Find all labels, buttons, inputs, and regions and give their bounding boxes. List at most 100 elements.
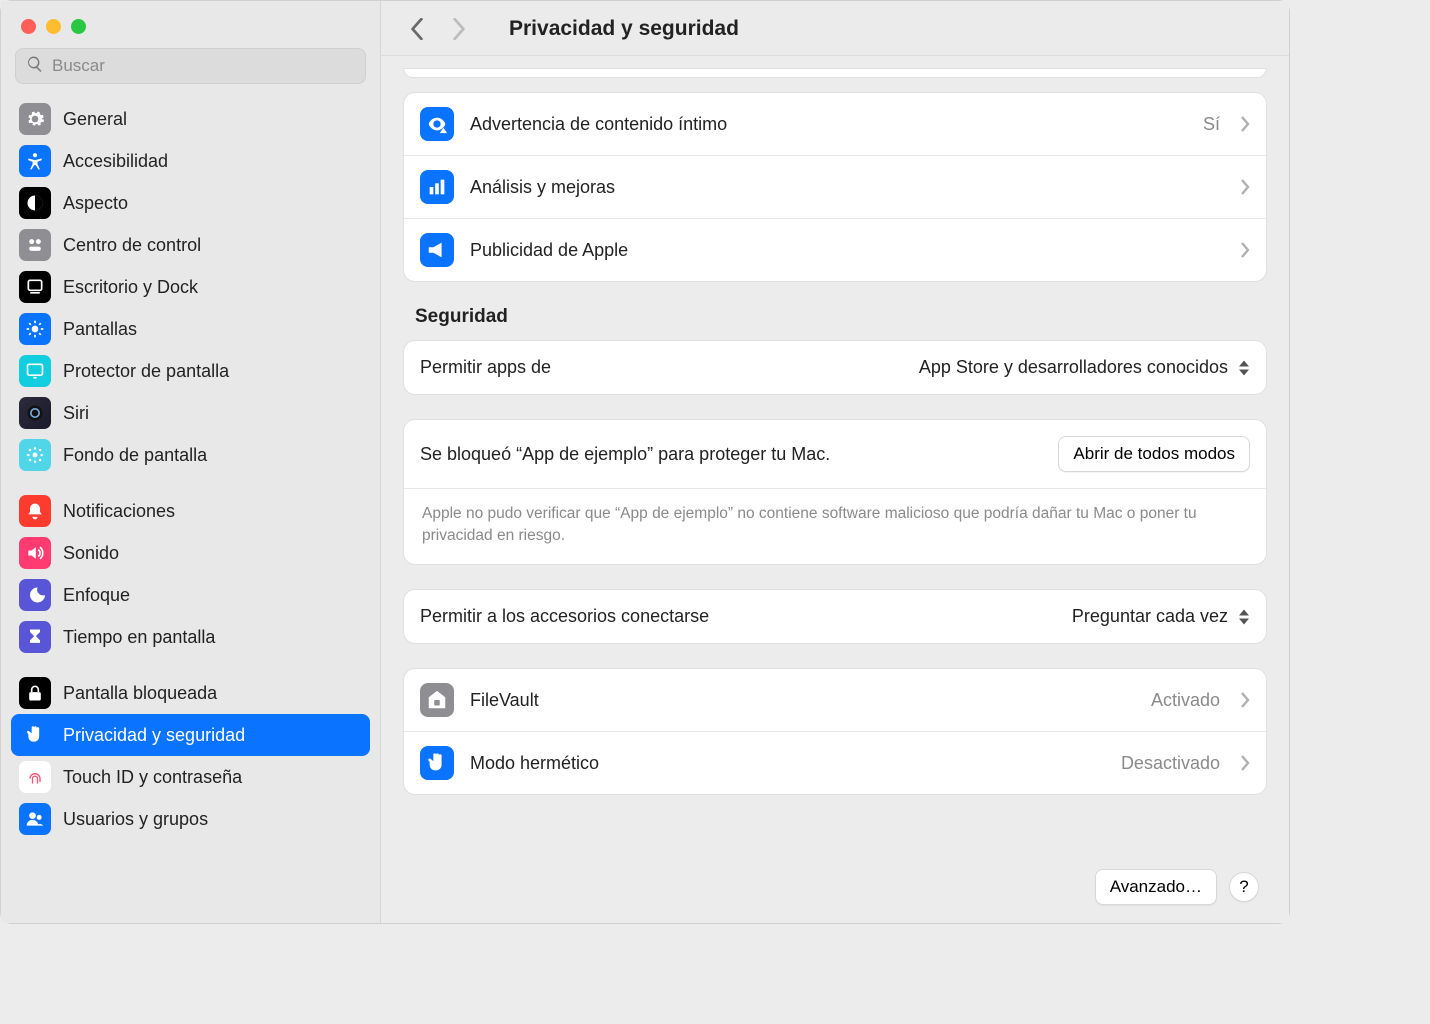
sidebar-item-hand[interactable]: Privacidad y seguridad: [11, 714, 370, 756]
row-label: Análisis y mejoras: [470, 177, 1224, 198]
content-scroll[interactable]: Advertencia de contenido íntimo Sí Análi…: [381, 56, 1289, 923]
chevron-right-icon: [1240, 242, 1250, 258]
house-lock-icon: [420, 683, 454, 717]
sidebar-item-label: Protector de pantalla: [63, 361, 229, 382]
minimize-window-button[interactable]: [46, 19, 61, 34]
fingerprint-icon: [19, 761, 51, 793]
previous-group-peek: [403, 68, 1267, 78]
control-icon: [19, 229, 51, 261]
sidebar-item-dock[interactable]: Escritorio y Dock: [11, 266, 370, 308]
sidebar-item-aspect[interactable]: Aspecto: [11, 182, 370, 224]
allow-apps-group: Permitir apps de App Store y desarrollad…: [403, 340, 1267, 395]
sidebar: General Accesibilidad Aspecto Centro de con…: [1, 1, 381, 923]
allow-apps-label: Permitir apps de: [420, 357, 903, 378]
sidebar-item-moon[interactable]: Enfoque: [11, 574, 370, 616]
blocked-app-group: Se bloqueó “App de ejemplo” para protege…: [403, 419, 1267, 565]
allow-apps-row: Permitir apps de App Store y desarrollad…: [404, 341, 1266, 394]
sidebar-item-fingerprint[interactable]: Touch ID y contraseña: [11, 756, 370, 798]
back-button[interactable]: [405, 17, 429, 41]
sidebar-item-control[interactable]: Centro de control: [11, 224, 370, 266]
sidebar-item-label: Aspecto: [63, 193, 128, 214]
bell-icon: [19, 495, 51, 527]
gear-icon: [19, 103, 51, 135]
accessories-select[interactable]: Preguntar cada vez: [1072, 606, 1250, 627]
row-analytics[interactable]: Análisis y mejoras: [404, 156, 1266, 219]
search-input[interactable]: [52, 56, 355, 76]
window-controls: [1, 13, 380, 48]
allow-apps-value: App Store y desarrolladores conocidos: [919, 357, 1228, 378]
sidebar-item-label: Siri: [63, 403, 89, 424]
filevault-lockdown-group: FileVault Activado Modo hermético Desact…: [403, 668, 1267, 795]
sidebar-item-sound[interactable]: Sonido: [11, 532, 370, 574]
footer: Avanzado… ?: [1095, 869, 1259, 905]
displays-icon: [19, 313, 51, 345]
dock-icon: [19, 271, 51, 303]
sidebar-item-access[interactable]: Accesibilidad: [11, 140, 370, 182]
megaphone-icon: [420, 233, 454, 267]
chevron-right-icon: [1240, 179, 1250, 195]
accessories-group: Permitir a los accesorios conectarse Pre…: [403, 589, 1267, 644]
accessories-label: Permitir a los accesorios conectarse: [420, 606, 1056, 627]
zoom-window-button[interactable]: [71, 19, 86, 34]
sidebar-item-label: Notificaciones: [63, 501, 175, 522]
security-header: Seguridad: [403, 306, 1267, 340]
allow-apps-select[interactable]: App Store y desarrolladores conocidos: [919, 357, 1250, 378]
page-title: Privacidad y seguridad: [509, 17, 739, 41]
access-icon: [19, 145, 51, 177]
sidebar-item-label: General: [63, 109, 127, 130]
sidebar-item-wallpaper[interactable]: Fondo de pantalla: [11, 434, 370, 476]
accessories-value: Preguntar cada vez: [1072, 606, 1228, 627]
row-lockdown[interactable]: Modo hermético Desactivado: [404, 732, 1266, 794]
help-button[interactable]: ?: [1229, 872, 1259, 902]
sidebar-item-label: Pantalla bloqueada: [63, 683, 217, 704]
sidebar-item-displays[interactable]: Pantallas: [11, 308, 370, 350]
hand-icon: [420, 746, 454, 780]
sidebar-item-users[interactable]: Usuarios y grupos: [11, 798, 370, 840]
analytics-icon: [420, 170, 454, 204]
row-value: Activado: [1151, 690, 1220, 711]
close-window-button[interactable]: [21, 19, 36, 34]
wallpaper-icon: [19, 439, 51, 471]
row-filevault[interactable]: FileVault Activado: [404, 669, 1266, 732]
sidebar-item-bell[interactable]: Notificaciones: [11, 490, 370, 532]
sidebar-item-label: Accesibilidad: [63, 151, 168, 172]
sidebar-item-label: Centro de control: [63, 235, 201, 256]
sidebar-item-label: Usuarios y grupos: [63, 809, 208, 830]
siri-icon: [19, 397, 51, 429]
sidebar-item-label: Touch ID y contraseña: [63, 767, 242, 788]
privacy-group: Advertencia de contenido íntimo Sí Análi…: [403, 92, 1267, 282]
sidebar-item-lockscreen[interactable]: Pantalla bloqueada: [11, 672, 370, 714]
screensaver-icon: [19, 355, 51, 387]
search-icon: [26, 55, 52, 78]
hand-icon: [19, 719, 51, 751]
accessories-row: Permitir a los accesorios conectarse Pre…: [404, 590, 1266, 643]
row-value: Desactivado: [1121, 753, 1220, 774]
lockscreen-icon: [19, 677, 51, 709]
eye-warn-icon: [420, 107, 454, 141]
forward-button[interactable]: [447, 17, 471, 41]
chevron-right-icon: [1240, 692, 1250, 708]
row-label: FileVault: [470, 690, 1135, 711]
sidebar-item-gear[interactable]: General: [11, 98, 370, 140]
sidebar-item-screensaver[interactable]: Protector de pantalla: [11, 350, 370, 392]
search-input-wrap[interactable]: [15, 48, 366, 84]
sidebar-item-siri[interactable]: Siri: [11, 392, 370, 434]
sidebar-item-label: Fondo de pantalla: [63, 445, 207, 466]
advanced-button[interactable]: Avanzado…: [1095, 869, 1217, 905]
updown-icon: [1238, 608, 1250, 626]
sidebar-item-label: Sonido: [63, 543, 119, 564]
moon-icon: [19, 579, 51, 611]
row-label: Advertencia de contenido íntimo: [470, 114, 1187, 135]
updown-icon: [1238, 359, 1250, 377]
open-anyway-button[interactable]: Abrir de todos modos: [1058, 436, 1250, 472]
sidebar-item-hourglass[interactable]: Tiempo en pantalla: [11, 616, 370, 658]
sidebar-item-label: Tiempo en pantalla: [63, 627, 215, 648]
sidebar-item-label: Privacidad y seguridad: [63, 725, 245, 746]
chevron-right-icon: [1240, 116, 1250, 132]
row-label: Modo hermético: [470, 753, 1105, 774]
row-sensitive-content[interactable]: Advertencia de contenido íntimo Sí: [404, 93, 1266, 156]
toolbar: Privacidad y seguridad: [381, 1, 1289, 56]
blocked-app-text: Se bloqueó “App de ejemplo” para protege…: [420, 444, 830, 465]
main-panel: Privacidad y seguridad Advertencia de co…: [381, 1, 1289, 923]
row-apple-ads[interactable]: Publicidad de Apple: [404, 219, 1266, 281]
